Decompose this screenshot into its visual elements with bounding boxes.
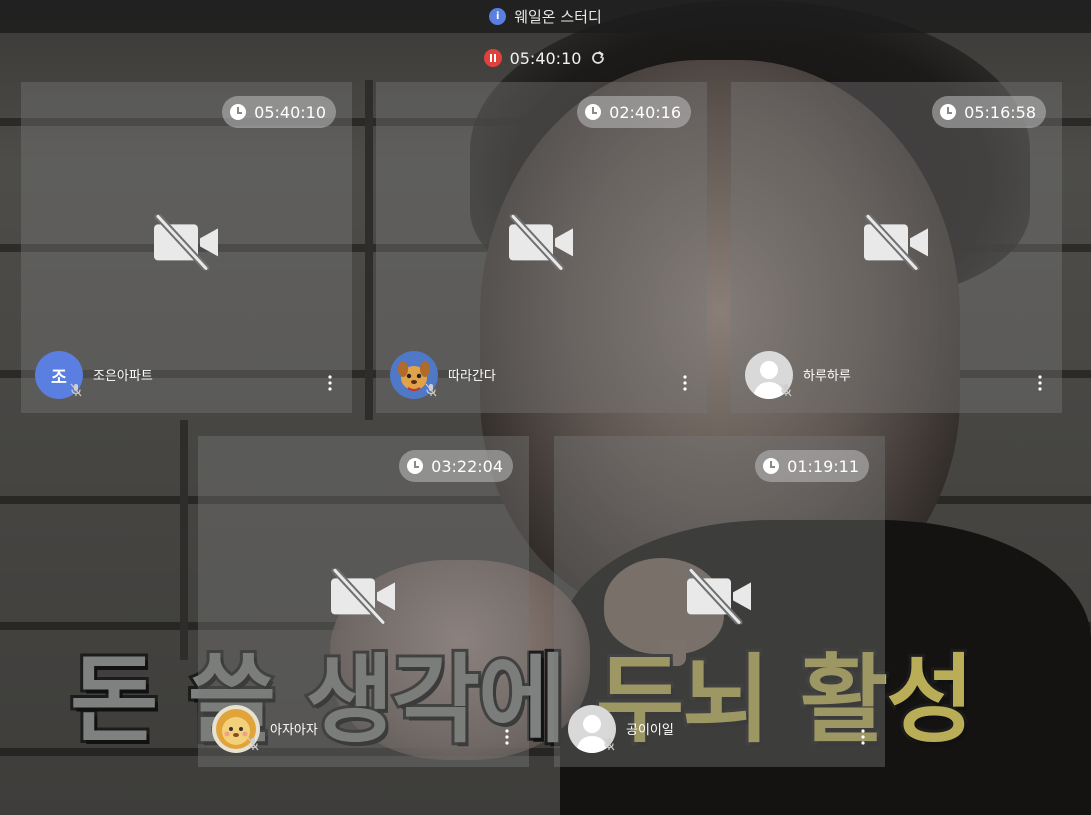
participant-time: 05:16:58 (964, 102, 1036, 122)
participant-name: 아자아자 (270, 723, 318, 738)
participant-time: 03:22:04 (431, 456, 503, 476)
clock-icon (763, 458, 780, 474)
participant-timer: 05:16:58 (932, 96, 1046, 128)
camera-off-icon (862, 212, 932, 272)
participant-name: 따라간다 (448, 369, 496, 384)
more-options-icon[interactable] (505, 729, 509, 745)
camera-off-icon (507, 212, 577, 272)
participant-time: 01:19:11 (787, 456, 859, 476)
mic-off-icon (603, 737, 615, 751)
camera-off-icon (685, 566, 755, 626)
mic-off-icon (247, 737, 259, 751)
mic-off-icon (70, 383, 82, 397)
mic-off-icon (780, 383, 792, 397)
camera-off-icon (329, 566, 399, 626)
participant-tile[interactable]: 01:19:11 공이이일 (554, 436, 885, 767)
more-options-icon[interactable] (683, 375, 687, 391)
wall-mortar (365, 80, 373, 420)
participant-time: 05:40:10 (254, 102, 326, 122)
session-timer: 05:40:10 (509, 48, 582, 68)
participant-time: 02:40:16 (609, 102, 681, 122)
participant-timer: 05:40:10 (222, 96, 336, 128)
camera-off-icon (152, 212, 222, 272)
participant-timer: 03:22:04 (399, 450, 513, 482)
participant-name: 하루하루 (803, 369, 851, 384)
participant-name: 조은아파트 (93, 369, 153, 384)
participant-tile[interactable]: 02:40:16 따라간다 (376, 82, 707, 413)
more-options-icon[interactable] (1038, 375, 1042, 391)
clock-icon (940, 104, 957, 120)
session-timer-bar: 05:40:10 (0, 44, 1091, 72)
participant-tile[interactable]: 03:22:04 아자아자 (198, 436, 529, 767)
participant-tile[interactable]: 05:16:58 하루하루 (731, 82, 1062, 413)
participant-timer: 01:19:11 (755, 450, 869, 482)
refresh-icon[interactable] (589, 49, 607, 67)
participant-timer: 02:40:16 (577, 96, 691, 128)
info-icon[interactable]: i (489, 8, 507, 25)
mic-off-icon (425, 383, 437, 397)
pause-icon[interactable] (483, 49, 502, 67)
header-bar: i 웨일온 스터디 (0, 0, 1091, 33)
participant-tile[interactable]: 05:40:10 조 조은아파트 (21, 82, 352, 413)
clock-icon (407, 458, 424, 474)
participant-name: 공이이일 (626, 723, 674, 738)
clock-icon (230, 104, 247, 120)
more-options-icon[interactable] (328, 375, 332, 391)
room-title: 웨일온 스터디 (514, 8, 602, 26)
clock-icon (585, 104, 602, 120)
more-options-icon[interactable] (861, 729, 865, 745)
